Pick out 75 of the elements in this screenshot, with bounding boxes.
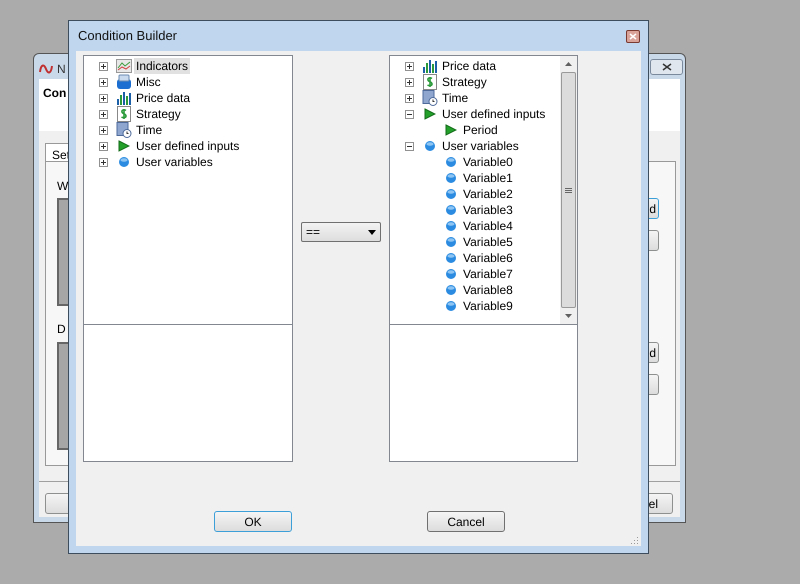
expand-icon[interactable] [99, 126, 108, 134]
tree-item[interactable]: User defined inputs [440, 106, 548, 122]
window-heading: Con [43, 85, 66, 102]
expand-icon[interactable] [99, 142, 108, 150]
sphere-icon [445, 156, 457, 168]
sphere-icon [445, 268, 457, 280]
sphere-icon [445, 236, 457, 248]
expand-icon[interactable] [405, 94, 414, 102]
ok-button[interactable]: OK [214, 511, 292, 532]
tree-item[interactable]: Period [461, 122, 500, 138]
operator-dropdown[interactable]: == [301, 222, 381, 242]
sphere-icon [445, 204, 457, 216]
bucket-icon [116, 74, 132, 90]
sphere-icon [445, 252, 457, 264]
collapse-icon[interactable] [405, 142, 414, 150]
scrollbar[interactable] [560, 56, 577, 324]
expand-icon[interactable] [99, 94, 108, 102]
close-button[interactable] [626, 30, 640, 42]
close-button[interactable] [650, 59, 683, 75]
tree-item[interactable]: Variable2 [461, 186, 515, 202]
clock-document-icon [422, 90, 438, 106]
line-chart-icon [116, 58, 132, 74]
play-icon [424, 108, 436, 120]
tree-item[interactable]: Misc [134, 74, 163, 90]
resize-grip-icon[interactable] [631, 536, 639, 544]
tree-item[interactable]: User variables [440, 138, 521, 154]
tree-item[interactable]: Variable6 [461, 250, 515, 266]
sphere-icon [445, 188, 457, 200]
tree-item[interactable]: Price data [440, 58, 498, 74]
expand-icon[interactable] [99, 62, 108, 70]
tree-item[interactable]: User variables [134, 154, 215, 170]
tree-item[interactable]: Variable1 [461, 170, 515, 186]
tree-item[interactable]: User defined inputs [134, 138, 242, 154]
collapse-icon[interactable] [405, 110, 414, 118]
expand-icon[interactable] [99, 78, 108, 86]
play-icon [118, 140, 130, 152]
dialog-title: Condition Builder [77, 27, 178, 46]
sphere-icon [118, 156, 130, 168]
dollar-document-icon [423, 74, 437, 90]
expand-icon[interactable] [405, 78, 414, 86]
expand-icon[interactable] [99, 158, 108, 166]
dropdown-arrow-icon [368, 230, 376, 234]
clock-document-icon [116, 122, 132, 138]
tree-item[interactable]: Variable0 [461, 154, 515, 170]
field-label: W [57, 178, 68, 195]
close-icon [629, 32, 637, 40]
cancel-button[interactable]: Cancel [427, 511, 505, 532]
tree-item[interactable]: Time [134, 122, 164, 138]
tree-item[interactable]: Indicators [134, 58, 190, 74]
expand-icon[interactable] [99, 110, 108, 118]
window-title: N [57, 61, 66, 78]
tree-item[interactable]: Variable4 [461, 218, 515, 234]
app-logo-icon [39, 63, 53, 75]
tree-item[interactable]: Time [440, 90, 470, 106]
sphere-icon [445, 220, 457, 232]
bar-chart-icon [116, 90, 132, 106]
tree-item[interactable]: Strategy [440, 74, 489, 90]
play-icon [445, 124, 457, 136]
tree-item[interactable]: Variable5 [461, 234, 515, 250]
sphere-icon [445, 172, 457, 184]
field-label: D [57, 321, 66, 338]
grip-icon [565, 188, 572, 192]
tree-item[interactable]: Price data [134, 90, 192, 106]
bar-chart-icon [422, 58, 438, 74]
sphere-icon [445, 284, 457, 296]
tree-item[interactable]: Variable8 [461, 282, 515, 298]
dollar-document-icon [117, 106, 131, 122]
sphere-icon [445, 300, 457, 312]
sphere-icon [424, 140, 436, 152]
tree-item[interactable]: Strategy [134, 106, 183, 122]
tree-item[interactable]: Variable3 [461, 202, 515, 218]
tree-item[interactable]: Variable7 [461, 266, 515, 282]
close-icon [662, 63, 672, 71]
expand-icon[interactable] [405, 62, 414, 70]
tree-item[interactable]: Variable9 [461, 298, 515, 314]
